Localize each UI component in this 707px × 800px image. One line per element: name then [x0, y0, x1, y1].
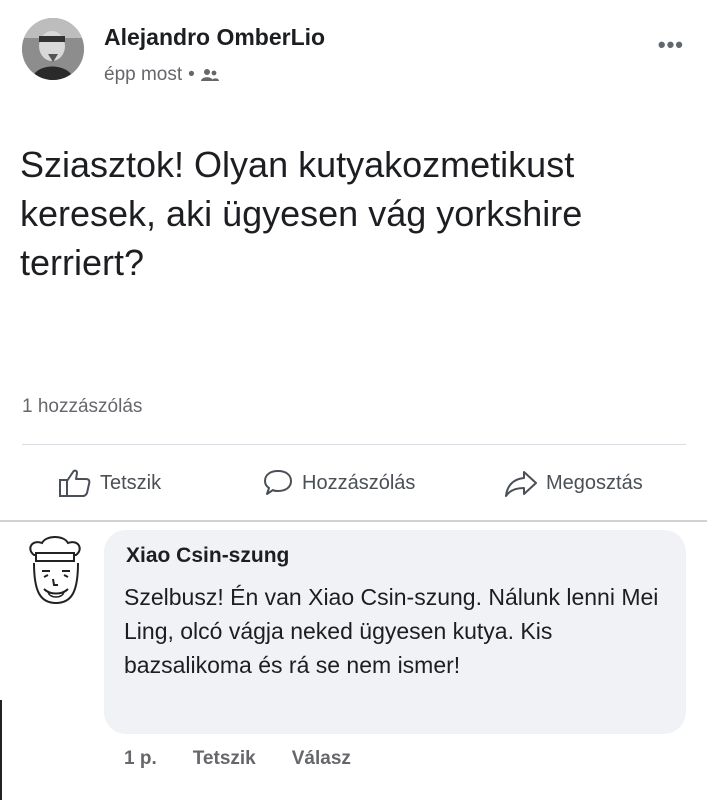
share-button[interactable]: Megosztás: [504, 468, 643, 498]
friends-icon[interactable]: [200, 68, 219, 82]
like-button[interactable]: Tetszik: [58, 468, 161, 498]
comment-text: Szelbusz! Én van Xiao Csin-szung. Nálunk…: [124, 584, 659, 678]
comment-reply-link[interactable]: Válasz: [292, 748, 351, 770]
comment-time[interactable]: 1 p.: [124, 748, 157, 770]
comment-button[interactable]: Hozzászólás: [262, 468, 415, 498]
divider: [22, 444, 686, 445]
thread-line: [0, 700, 2, 800]
commenter-name[interactable]: Xiao Csin-szung: [126, 544, 289, 568]
share-label: Megosztás: [546, 471, 643, 494]
comment-bubble: Xiao Csin-szung Szelbusz! Én van Xiao Cs…: [104, 530, 686, 734]
post-time[interactable]: épp most: [104, 64, 182, 86]
chef-face-icon: [29, 536, 81, 605]
share-icon: [505, 471, 537, 497]
comment-icon: [264, 470, 292, 495]
comment-like-link[interactable]: Tetszik: [193, 748, 256, 770]
action-bar: Tetszik Hozzászólás Megosztás: [0, 460, 707, 510]
comment-count[interactable]: 1 hozzászólás: [22, 396, 142, 418]
author-avatar[interactable]: [22, 18, 84, 80]
post-header: Alejandro OmberLio épp most • •••: [22, 18, 692, 88]
meta-separator: •: [188, 64, 195, 85]
more-options-icon[interactable]: •••: [658, 32, 684, 58]
like-label: Tetszik: [100, 471, 162, 494]
post-text: Sziasztok! Olyan kutyakozmetikust kerese…: [20, 144, 583, 283]
post-meta: épp most •: [104, 64, 219, 86]
author-name[interactable]: Alejandro OmberLio: [104, 24, 325, 51]
section-divider: [0, 520, 707, 522]
commenter-avatar[interactable]: [20, 535, 92, 610]
comment-label: Hozzászólás: [302, 471, 416, 494]
comment-meta: 1 p. Tetszik Válasz: [124, 748, 351, 770]
author-photo-icon: [22, 18, 84, 80]
thumbs-up-icon: [59, 469, 91, 497]
